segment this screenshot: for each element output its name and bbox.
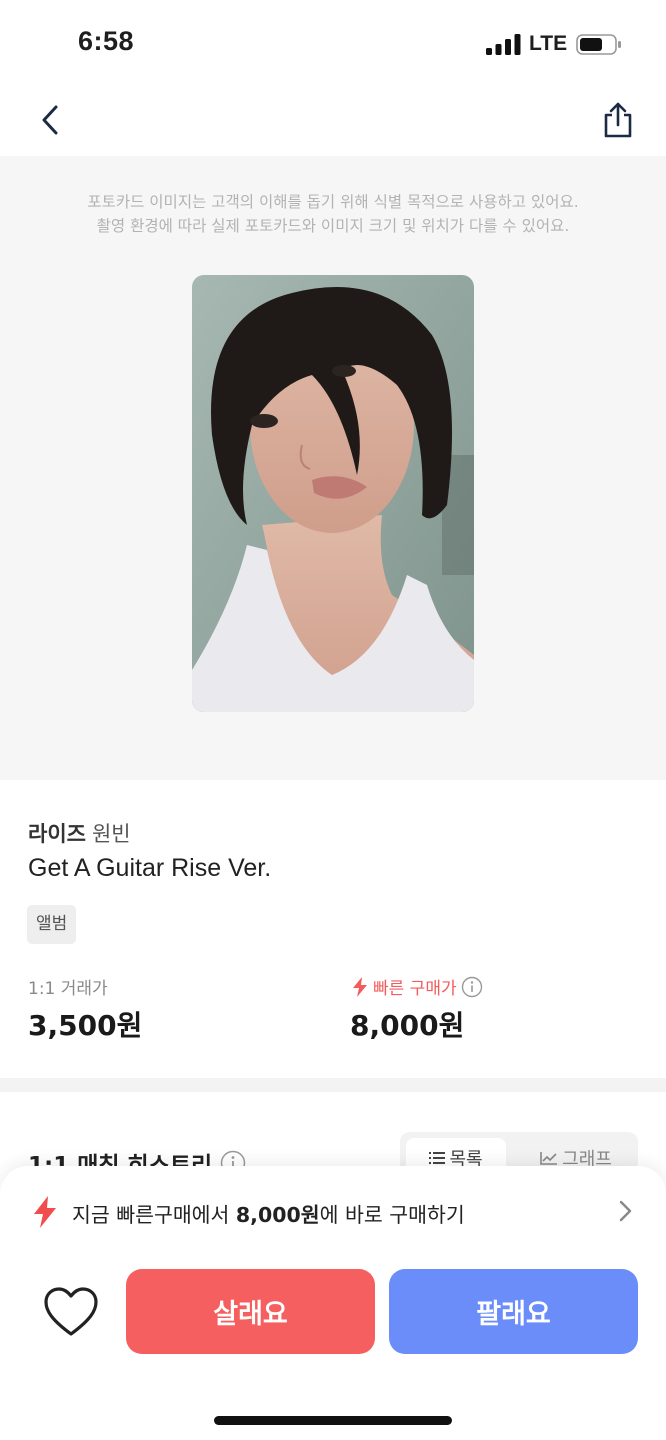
quick-buy-price: 8,000원	[350, 1009, 465, 1042]
chevron-right-icon	[619, 1200, 632, 1222]
share-button[interactable]	[596, 96, 640, 144]
section-divider	[0, 1078, 666, 1092]
artist-line: 라이즈 원빈	[28, 818, 131, 848]
battery-icon	[576, 34, 621, 55]
quick-buy-amount: 8,000원	[235, 1203, 320, 1227]
signal-icon	[486, 34, 521, 55]
status-time: 6:58	[78, 26, 135, 56]
share-icon	[604, 102, 632, 138]
one-to-one-price-label: 1:1 거래가	[28, 979, 108, 999]
product-info: 라이즈 원빈 Get A Guitar Rise Ver. 앨범 1:1 거래가 …	[0, 780, 666, 1078]
artist-group[interactable]: 라이즈	[28, 822, 86, 846]
graph-icon	[540, 1152, 558, 1165]
quick-buy-price-label: 빠른 구매가	[373, 979, 457, 999]
heart-icon[interactable]	[42, 1284, 100, 1342]
one-to-one-price: 3,500원	[28, 1009, 143, 1042]
status-bar: 6:58 LTE	[0, 0, 666, 88]
info-icon[interactable]	[461, 976, 483, 998]
category-tag: 앨범	[27, 905, 77, 944]
image-notice: 포토카드 이미지는 고객의 이해를 돕기 위해 식별 목적으로 사용하고 있어요…	[0, 190, 666, 238]
lightning-icon	[34, 1196, 56, 1228]
back-button[interactable]	[30, 98, 70, 142]
quick-buy-banner[interactable]: 지금 빠른구매에서 8,000원에 바로 구매하기	[0, 1186, 666, 1236]
bottom-action-sheet: 지금 빠른구매에서 8,000원에 바로 구매하기 살래요 팔래요	[0, 1166, 666, 1440]
image-notice-line-1: 포토카드 이미지는 고객의 이해를 돕기 위해 식별 목적으로 사용하고 있어요…	[87, 193, 579, 211]
image-notice-line-2: 촬영 환경에 따라 실제 포토카드와 이미지 크기 및 위치가 다를 수 있어요…	[96, 217, 570, 235]
quick-buy-price-label-row: 빠른 구매가	[352, 974, 483, 999]
lightning-icon	[353, 976, 367, 997]
buy-button[interactable]: 살래요	[126, 1269, 375, 1354]
quick-buy-suffix: 에 바로 구매하기	[319, 1203, 465, 1227]
sell-button[interactable]: 팔래요	[389, 1269, 638, 1354]
quick-buy-text: 지금 빠른구매에서 8,000원에 바로 구매하기	[72, 1198, 465, 1228]
home-indicator	[214, 1416, 452, 1425]
list-icon	[429, 1152, 446, 1164]
photocard-image-section: 포토카드 이미지는 고객의 이해를 돕기 위해 식별 목적으로 사용하고 있어요…	[0, 156, 666, 780]
photocard-portrait	[192, 275, 474, 712]
nav-bar	[0, 88, 666, 156]
photocard-image[interactable]	[192, 275, 474, 712]
album-title: Get A Guitar Rise Ver.	[28, 854, 272, 882]
quick-buy-prefix: 지금 빠른구매에서	[72, 1203, 236, 1227]
network-label: LTE	[529, 32, 568, 55]
artist-member: 원빈	[91, 822, 131, 846]
chevron-left-icon	[42, 105, 58, 135]
